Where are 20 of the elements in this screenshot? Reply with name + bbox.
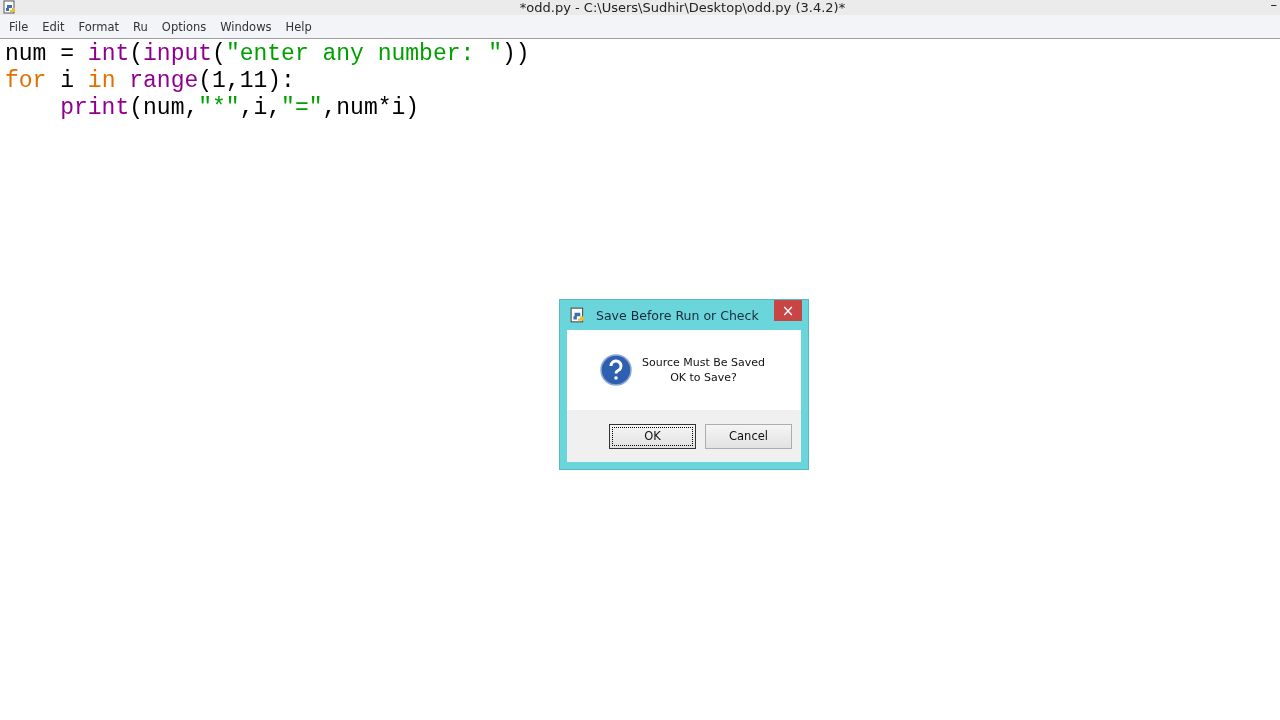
- question-icon: [600, 354, 632, 386]
- menu-item[interactable]: Options: [154, 19, 214, 34]
- menu-item[interactable]: Edit: [35, 19, 72, 34]
- menu-item[interactable]: Windows: [213, 19, 279, 34]
- cancel-button[interactable]: Cancel: [705, 423, 792, 449]
- menu-item[interactable]: Help: [278, 19, 319, 34]
- menu-item[interactable]: Format: [71, 19, 127, 34]
- ok-button[interactable]: OK: [609, 423, 696, 449]
- minimize-button[interactable]: –: [1267, 0, 1280, 12]
- code-line: num = int(input("enter any number: ")): [5, 41, 531, 68]
- code-line: for i in range(1,11):: [5, 68, 296, 95]
- window-title: *odd.py - C:\Users\Sudhir\Desktop\odd.py (3.4.2)*: [518, 0, 846, 15]
- code-line: print(num,"*",i,"=",num*i): [59, 95, 421, 122]
- dialog-message: Source Must Be Saved: [642, 355, 766, 370]
- dialog-title: Save Before Run or Check: [596, 307, 759, 323]
- dialog-message: OK to Save?: [670, 370, 737, 385]
- menu-item[interactable]: File: [2, 19, 36, 34]
- menu-item[interactable]: Ru: [126, 19, 155, 34]
- close-button[interactable]: ×: [774, 300, 802, 321]
- python-file-icon: [570, 307, 586, 323]
